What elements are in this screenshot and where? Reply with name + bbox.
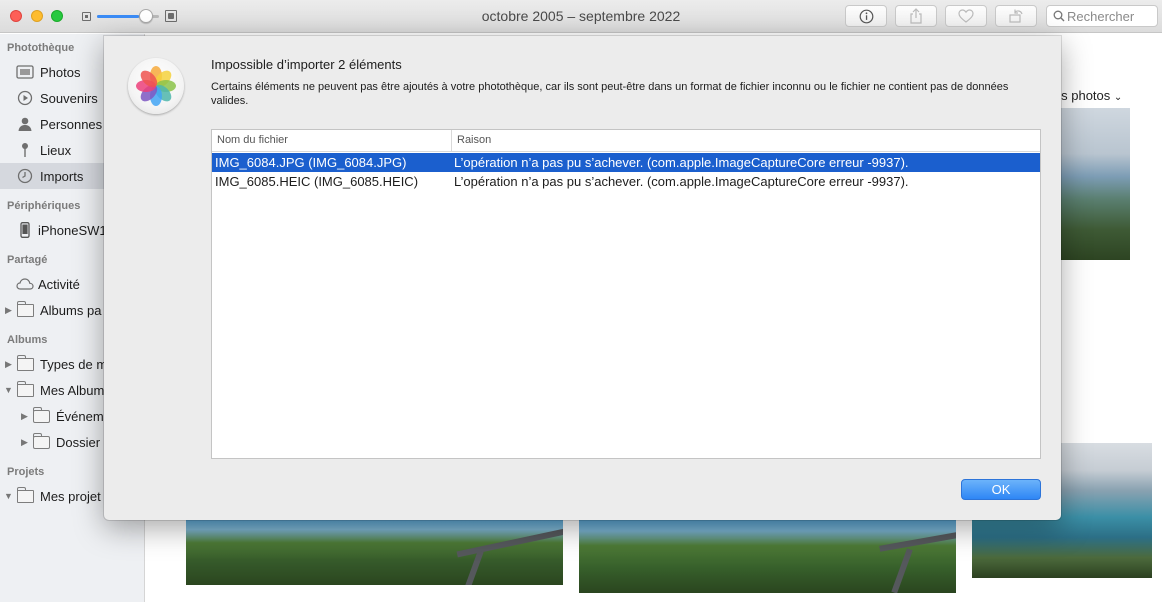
disclosure-triangle-open-icon[interactable]: ▼	[4, 385, 13, 395]
share-button[interactable]	[895, 5, 937, 27]
cell-reason: L’opération n’a pas pu s’achever. (com.a…	[454, 155, 909, 170]
section-header-library: Photothèque	[7, 42, 75, 54]
cell-filename: IMG_6084.JPG (IMG_6084.JPG)	[215, 155, 407, 170]
sidebar-item-label: Dossier	[56, 434, 101, 450]
sidebar-item-label: Lieux	[40, 142, 72, 158]
person-icon	[16, 116, 34, 132]
disclosure-triangle-icon[interactable]: ▶	[21, 437, 28, 448]
cell-filename: IMG_6085.HEIC (IMG_6085.HEIC)	[215, 174, 419, 189]
sidebar-item-label: Photos	[40, 64, 81, 80]
disclosure-triangle-icon[interactable]: ▶	[5, 305, 12, 316]
sidebar-item-label: Mes projet	[40, 488, 101, 504]
chevron-down-icon: ⌄	[1113, 92, 1123, 103]
section-header-projects: Projets	[7, 466, 45, 478]
album-stack-icon	[16, 380, 34, 398]
photo-thumbnail[interactable]	[579, 520, 956, 593]
heart-icon	[958, 9, 974, 23]
sidebar-item-label: iPhoneSW1	[38, 222, 107, 238]
disclosure-triangle-open-icon[interactable]: ▼	[4, 491, 13, 501]
sidebar-item-label: Albums pa	[40, 302, 102, 318]
folder-icon	[32, 406, 50, 424]
folder-icon	[32, 432, 50, 450]
share-icon	[910, 8, 922, 24]
album-stack-icon	[16, 300, 34, 318]
clock-icon	[16, 168, 34, 184]
column-header-filename[interactable]: Nom du fichier	[212, 130, 452, 152]
column-header-reason[interactable]: Raison	[452, 130, 1040, 152]
sidebar-item-label: Personnes	[40, 116, 103, 132]
sidebar-item-label: Événem	[56, 408, 104, 424]
cell-reason: L’opération n’a pas pu s’achever. (com.a…	[454, 174, 909, 189]
disclosure-triangle-icon[interactable]: ▶	[5, 359, 12, 370]
sidebar-item-label: Activité	[38, 276, 80, 292]
photo-thumbnail[interactable]	[1061, 108, 1130, 260]
section-header-albums: Albums	[7, 334, 48, 346]
all-photos-menu[interactable]: les photos ⌄	[1051, 88, 1122, 103]
disclosure-triangle-icon[interactable]: ▶	[21, 411, 28, 422]
photos-app-icon	[128, 58, 184, 114]
failed-files-table[interactable]: Nom du fichier Raison IMG_6084.JPG (IMG_…	[211, 129, 1041, 459]
memories-icon	[16, 90, 34, 106]
sidebar-item-label: Mes Album	[40, 382, 105, 398]
photos-icon	[16, 64, 34, 80]
table-row[interactable]: IMG_6084.JPG (IMG_6084.JPG) L’opération …	[212, 153, 1040, 172]
photo-thumbnail[interactable]	[186, 520, 563, 585]
search-field[interactable]	[1046, 5, 1158, 27]
import-error-dialog: Impossible d’importer 2 éléments Certain…	[104, 36, 1061, 520]
favorite-button[interactable]	[945, 5, 987, 27]
section-header-sharing: Partagé	[7, 254, 48, 266]
sidebar-item-label: Souvenirs	[40, 90, 98, 106]
dialog-title: Impossible d’importer 2 éléments	[211, 57, 402, 72]
section-header-devices: Périphériques	[7, 200, 81, 212]
search-icon	[1053, 10, 1065, 22]
search-input[interactable]	[1067, 8, 1155, 24]
table-row[interactable]: IMG_6085.HEIC (IMG_6085.HEIC) L’opératio…	[212, 172, 1040, 191]
cloud-icon	[16, 276, 34, 292]
rotate-button[interactable]	[995, 5, 1037, 27]
info-icon	[859, 9, 873, 23]
window-title: octobre 2005 – septembre 2022	[481, 8, 681, 24]
info-button[interactable]	[845, 5, 887, 27]
window-toolbar: octobre 2005 – septembre 2022	[0, 0, 1162, 33]
iphone-icon	[16, 222, 34, 238]
album-stack-icon	[16, 354, 34, 372]
sidebar-item-label: Imports	[40, 168, 84, 184]
sidebar-item-label: Types de m	[40, 356, 108, 372]
pin-icon	[16, 142, 34, 158]
album-stack-icon	[16, 486, 34, 504]
ok-button[interactable]: OK	[961, 479, 1041, 500]
rotate-icon	[1009, 9, 1023, 23]
dialog-message: Certains éléments ne peuvent pas être aj…	[211, 81, 1009, 107]
